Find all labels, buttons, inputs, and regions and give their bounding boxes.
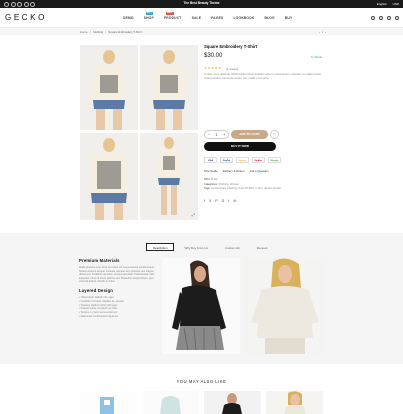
- paypal-logo: PayPal: [220, 157, 233, 163]
- also-like-heading: YOU MAY ALSO LIKE: [176, 379, 227, 384]
- description-content: Premium Materials Mollis pharetra erat. …: [79, 258, 157, 319]
- sku-value: B-AQ: [211, 178, 218, 181]
- product-image-1[interactable]: [80, 45, 138, 130]
- minus-icon[interactable]: −: [208, 133, 210, 137]
- quantity-value[interactable]: 1: [216, 133, 218, 137]
- stock-status: In Stock: [311, 55, 322, 59]
- hot-badge: HOT: [145, 12, 153, 15]
- tab-why-buy[interactable]: Why Buy From Us: [177, 243, 214, 251]
- related-product-2[interactable]: [142, 391, 199, 414]
- related-product-1[interactable]: [80, 391, 137, 414]
- size-guide-link[interactable]: Size Guide: [204, 169, 218, 173]
- x-share-icon[interactable]: X: [209, 199, 211, 203]
- mcafee-logo: McAfee: [252, 157, 265, 163]
- main-nav: DEMO HOT SHOP NEW PRODUCT SALE PAGES LOO…: [123, 12, 293, 20]
- nav-item-buy[interactable]: BUY: [285, 16, 293, 20]
- nav-item-sale[interactable]: SALE: [192, 16, 202, 20]
- product-meta: SKU: B-AQ Categories: Clothing, Women Ta…: [204, 178, 282, 190]
- rating-stars: ★★★★★: [204, 66, 222, 70]
- email-share-icon[interactable]: ✉: [233, 199, 236, 203]
- nav-item-shop[interactable]: HOT SHOP: [144, 12, 154, 20]
- next-product-icon[interactable]: ›: [325, 30, 326, 34]
- related-product-3[interactable]: [204, 391, 261, 414]
- site-logo[interactable]: GECKO: [5, 13, 47, 22]
- prev-product-icon[interactable]: ‹: [319, 30, 320, 34]
- product-image-4[interactable]: ⤢: [140, 133, 198, 220]
- cart-icon[interactable]: [395, 16, 399, 20]
- description-photo-white-tee: [245, 258, 325, 354]
- nav-item-blog[interactable]: BLOG: [264, 16, 274, 20]
- add-to-cart-button[interactable]: ADD TO CART: [231, 130, 268, 139]
- list-item: Maecenas condimentum ligula vel: [79, 315, 157, 319]
- buy-now-button[interactable]: BUY IT NOW: [204, 142, 276, 151]
- short-description: In ante id ex placerat. Morbi luctus lac…: [204, 72, 322, 80]
- tab-custom[interactable]: Custom tab: [218, 243, 247, 251]
- shopify-logo: Shopify: [268, 157, 281, 163]
- nav-item-demo[interactable]: DEMO: [123, 16, 134, 20]
- visa-logo: VISA: [204, 157, 217, 163]
- tags-value[interactable]: Accessories, Clothing, Price $7-$50, T-s…: [211, 187, 281, 190]
- ask-question-link[interactable]: Ask a Question: [250, 169, 269, 173]
- breadcrumb: Home / Clothing / Square Embroidery T-Sh…: [80, 29, 142, 34]
- product-price: $30.00: [204, 53, 223, 59]
- new-badge: NEW: [165, 12, 174, 15]
- search-icon[interactable]: [371, 16, 375, 20]
- product-info: Square Embroidery T-Shirt $30.00 In Stoc…: [204, 44, 324, 203]
- tab-reviews[interactable]: Reviews: [250, 243, 275, 251]
- description-photo-black-top: [162, 258, 240, 354]
- quantity-stepper[interactable]: − 1 +: [204, 130, 229, 139]
- breadcrumb-bar: Home / Clothing / Square Embroidery T-Sh…: [0, 28, 403, 35]
- facebook-share-icon[interactable]: f: [204, 199, 205, 203]
- product-links: Size Guide Delivery & Return Ask a Quest…: [204, 169, 269, 173]
- nav-item-pages[interactable]: PAGES: [211, 16, 223, 20]
- pinterest-share-icon[interactable]: P: [215, 199, 217, 203]
- site-header: GECKO DEMO HOT SHOP NEW PRODUCT SALE PAG…: [0, 8, 403, 28]
- top-announcement-bar: The Best Beauty Theme English USD: [0, 0, 403, 8]
- announcement-text: The Best Beauty Theme: [183, 1, 220, 5]
- product-title: Square Embroidery T-Shirt: [204, 44, 258, 49]
- categories-value[interactable]: Clothing, Women: [219, 183, 240, 186]
- breadcrumb-home[interactable]: Home: [80, 30, 87, 34]
- wishlist-icon[interactable]: [387, 16, 391, 20]
- description-paragraph: Mollis pharetra erat. Cras nec tortor ve…: [79, 266, 155, 284]
- premium-materials-heading: Premium Materials: [79, 258, 120, 263]
- tumblr-share-icon[interactable]: t: [228, 199, 229, 203]
- feature-list: Ullamcorper facilisis nisi, eget Curabit…: [79, 296, 157, 319]
- share-icons: f X P G t ✉: [204, 199, 236, 203]
- tab-description[interactable]: Description: [146, 243, 175, 251]
- nav-item-product[interactable]: NEW PRODUCT: [164, 12, 182, 20]
- product-image-3[interactable]: [80, 133, 138, 220]
- review-count[interactable]: (1 review): [226, 67, 238, 71]
- breadcrumb-current: Square Embroidery T-Shirt: [108, 29, 142, 34]
- delivery-return-link[interactable]: Delivery & Return: [223, 169, 245, 173]
- payment-logos: VISA PayPal Norton McAfee Shopify: [204, 157, 281, 163]
- grid-icon[interactable]: ▪: [322, 30, 323, 34]
- wishlist-heart-icon[interactable]: ♡: [270, 130, 279, 139]
- norton-logo: Norton: [236, 157, 249, 163]
- plus-icon[interactable]: +: [223, 133, 225, 137]
- product-tabs: Description Why Buy From Us Custom tab R…: [146, 243, 275, 251]
- zoom-icon[interactable]: ⤢: [192, 212, 195, 217]
- nav-item-lookbook[interactable]: LOOKBOOK: [233, 16, 254, 20]
- currency-selector[interactable]: USD: [393, 2, 399, 6]
- language-selector[interactable]: English: [377, 2, 387, 6]
- google-share-icon[interactable]: G: [222, 199, 225, 203]
- layered-design-heading: Layered Design: [79, 287, 113, 293]
- account-icon[interactable]: [379, 16, 383, 20]
- product-image-2[interactable]: [140, 45, 198, 130]
- breadcrumb-clothing[interactable]: Clothing: [93, 30, 103, 34]
- related-product-4[interactable]: [266, 391, 323, 414]
